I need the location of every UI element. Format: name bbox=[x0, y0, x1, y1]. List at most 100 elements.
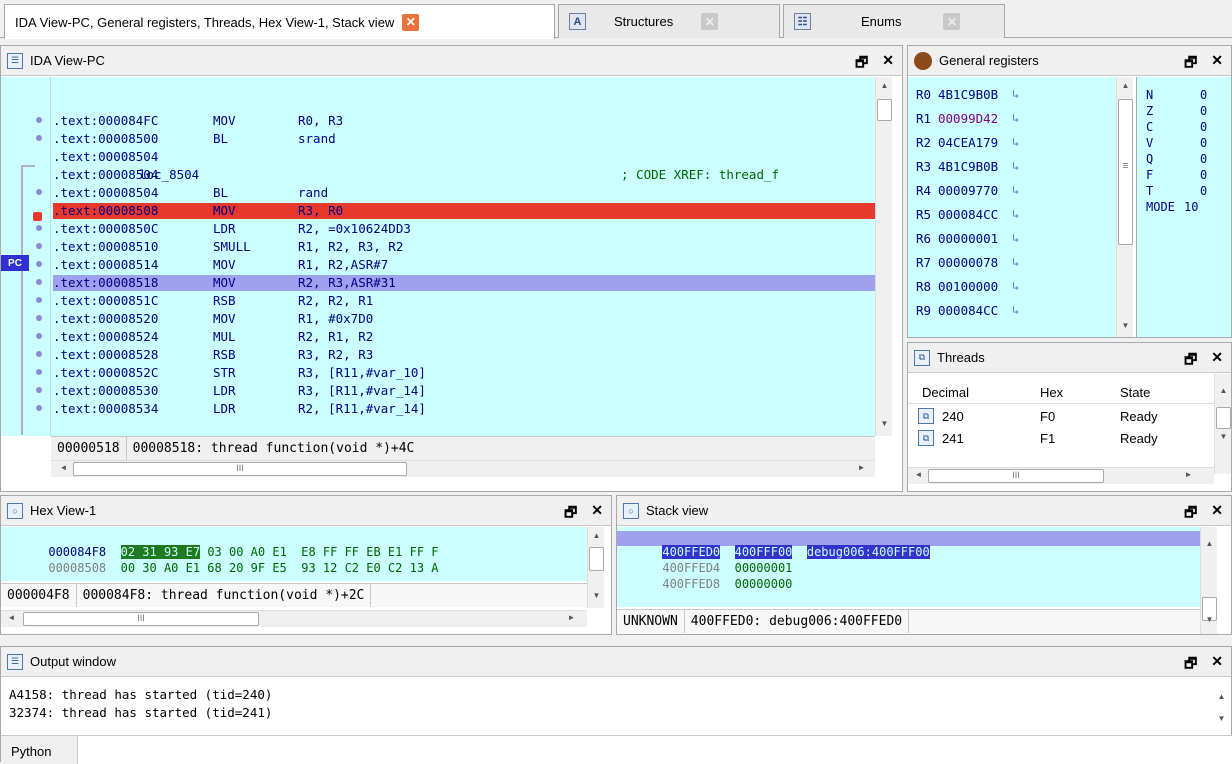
stack-listing[interactable]: 400FFED0 400FFF00 debug006:400FFF00 400F… bbox=[617, 527, 1200, 607]
disassembly-line[interactable]: .text:00008504 BL rand bbox=[53, 185, 875, 201]
float-icon[interactable]: 🗗 bbox=[564, 502, 577, 526]
tab-structures[interactable]: A Structures ✕ bbox=[558, 4, 780, 38]
line-marker-icon[interactable] bbox=[36, 333, 42, 339]
line-marker-icon[interactable] bbox=[36, 135, 42, 141]
jump-arrow-icon[interactable]: ↳ bbox=[1012, 303, 1019, 317]
breakpoint-icon[interactable] bbox=[33, 212, 42, 221]
disassembly-line[interactable]: .text:00008534 LDR R2, [R11,#var_14] bbox=[53, 401, 875, 417]
line-marker-icon[interactable] bbox=[36, 369, 42, 375]
scroll-thumb[interactable]: III bbox=[73, 462, 407, 476]
vertical-scrollbar[interactable]: ▲ ≡ ▼ bbox=[1116, 77, 1133, 337]
flag-row[interactable]: T0 bbox=[1146, 184, 1216, 198]
close-icon[interactable]: ✕ bbox=[1211, 52, 1223, 76]
scroll-down-icon[interactable]: ▼ bbox=[1117, 321, 1134, 330]
flag-row[interactable]: C0 bbox=[1146, 120, 1216, 134]
vertical-scrollbar[interactable]: ▲ ▼ bbox=[1214, 374, 1231, 474]
jump-arrow-icon[interactable]: ↳ bbox=[1012, 255, 1019, 269]
disassembly-line[interactable]: .text:00008510 SMULL R1, R2, R3, R2 bbox=[53, 239, 875, 255]
scroll-thumb[interactable]: III bbox=[928, 469, 1104, 483]
close-icon[interactable]: ✕ bbox=[591, 502, 603, 526]
jump-arrow-icon[interactable]: ↳ bbox=[1012, 159, 1019, 173]
float-icon[interactable]: 🗗 bbox=[1184, 502, 1197, 526]
horizontal-scrollbar[interactable]: ◄ III ► bbox=[51, 460, 875, 477]
register-value[interactable]: 00009770 bbox=[938, 183, 1012, 198]
flag-row[interactable]: V0 bbox=[1146, 136, 1216, 150]
scroll-right-icon[interactable]: ► bbox=[1180, 470, 1197, 479]
vertical-scrollbar[interactable]: ▲ ▼ bbox=[1213, 678, 1230, 734]
scroll-down-icon[interactable]: ▼ bbox=[1215, 432, 1232, 441]
column-header[interactable]: State bbox=[1120, 385, 1150, 400]
scroll-left-icon[interactable]: ◄ bbox=[3, 613, 20, 622]
flag-row[interactable]: MODE 10 bbox=[1146, 200, 1216, 214]
scroll-right-icon[interactable]: ► bbox=[563, 613, 580, 622]
table-row[interactable]: ⧉ 241 F1 Ready bbox=[908, 428, 1214, 450]
register-value[interactable]: 04CEA179 bbox=[938, 135, 1012, 150]
register-row[interactable]: R2 04CEA179 ↳ bbox=[916, 131, 1019, 153]
register-list[interactable]: R0 4B1C9B0B ↳ R1 00099D42 ↳ R2 04CEA179 ↳ R3 4B1C9… bbox=[908, 77, 1116, 337]
float-icon[interactable]: 🗗 bbox=[1184, 349, 1197, 373]
jump-arrow-icon[interactable]: ↳ bbox=[1012, 207, 1019, 221]
flag-row[interactable]: Z0 bbox=[1146, 104, 1216, 118]
scroll-down-icon[interactable]: ▼ bbox=[876, 419, 893, 428]
scroll-thumb[interactable] bbox=[589, 547, 604, 571]
line-marker-icon[interactable] bbox=[36, 351, 42, 357]
scroll-thumb[interactable] bbox=[877, 99, 892, 121]
vertical-scrollbar[interactable]: ▲ ▼ bbox=[1200, 527, 1217, 634]
disassembly-line[interactable]: .text:00008524 MUL R2, R1, R2 bbox=[53, 329, 875, 345]
column-header[interactable]: Decimal bbox=[922, 385, 969, 400]
scroll-up-icon[interactable]: ▲ bbox=[1117, 81, 1134, 90]
disassembly-line[interactable]: .text:00008504 loc_8504; CODE XREF: threa… bbox=[53, 167, 875, 183]
disassembly-line[interactable]: .text:0000852C STR R3, [R11,#var_10] bbox=[53, 365, 875, 381]
scroll-left-icon[interactable]: ◄ bbox=[55, 463, 72, 472]
line-marker-icon[interactable] bbox=[36, 405, 42, 411]
python-label[interactable]: Python bbox=[11, 744, 51, 759]
disassembly-line[interactable]: .text:000084FC MOV R0, R3 bbox=[53, 113, 875, 129]
register-row[interactable]: R3 4B1C9B0B ↳ bbox=[916, 155, 1019, 177]
line-marker-icon[interactable] bbox=[36, 261, 42, 267]
close-icon[interactable]: ✕ bbox=[943, 13, 961, 30]
disassembly-line[interactable]: .text:00008530 LDR R3, [R11,#var_14] bbox=[53, 383, 875, 399]
jump-arrow-icon[interactable]: ↳ bbox=[1012, 87, 1019, 101]
close-icon[interactable]: ✕ bbox=[1211, 653, 1223, 677]
register-row[interactable]: R7 00000078 ↳ bbox=[916, 251, 1019, 273]
output-log[interactable]: A4158: thread has started (tid=240) 3237… bbox=[1, 678, 1213, 734]
tab-enums[interactable]: ☷ Enums ✕ bbox=[783, 4, 1005, 38]
disassembly-line[interactable]: .text:0000851C RSB R2, R2, R1 bbox=[53, 293, 875, 309]
register-row[interactable]: R6 00000001 ↳ bbox=[916, 227, 1019, 249]
register-row[interactable]: R4 00009770 ↳ bbox=[916, 179, 1019, 201]
register-value[interactable]: 4B1C9B0B bbox=[938, 159, 1012, 174]
scroll-down-icon[interactable]: ▼ bbox=[588, 591, 605, 600]
register-value[interactable]: 00099D42 bbox=[938, 111, 1012, 126]
line-marker-icon[interactable] bbox=[36, 225, 42, 231]
command-input[interactable] bbox=[77, 736, 1232, 764]
disassembly-line[interactable]: .text:00008500 BL srand bbox=[53, 131, 875, 147]
register-value[interactable]: 00000001 bbox=[938, 231, 1012, 246]
table-row[interactable]: ⧉ 240 F0 Ready bbox=[908, 406, 1214, 428]
jump-arrow-icon[interactable]: ↳ bbox=[1012, 231, 1019, 245]
disassembly-line[interactable]: .text:00008514 MOV R1, R2,ASR#7 bbox=[53, 257, 875, 273]
line-marker-icon[interactable] bbox=[36, 315, 42, 321]
scroll-up-icon[interactable]: ▲ bbox=[876, 81, 893, 90]
scroll-right-icon[interactable]: ► bbox=[853, 463, 870, 472]
line-marker-icon[interactable] bbox=[36, 387, 42, 393]
line-marker-icon[interactable] bbox=[36, 279, 42, 285]
close-icon[interactable]: ✕ bbox=[1211, 502, 1223, 526]
horizontal-scrollbar[interactable]: ◄ III ► bbox=[908, 467, 1214, 484]
horizontal-scrollbar[interactable]: ◄ III ► bbox=[1, 610, 587, 627]
register-row[interactable]: R8 00100000 ↳ bbox=[916, 275, 1019, 297]
jump-arrow-icon[interactable]: ↳ bbox=[1012, 183, 1019, 197]
threads-table[interactable]: Decimal Hex State ⧉ 240 F0 Ready ⧉ 241 F… bbox=[908, 374, 1214, 474]
close-icon[interactable]: ✕ bbox=[1211, 349, 1223, 373]
scroll-thumb[interactable]: III bbox=[23, 612, 259, 626]
register-value[interactable]: 000084CC bbox=[938, 207, 1012, 222]
jump-arrow-icon[interactable]: ↳ bbox=[1012, 279, 1019, 293]
vertical-scrollbar[interactable]: ▲ ▼ bbox=[875, 77, 892, 436]
line-marker-icon[interactable] bbox=[36, 297, 42, 303]
hex-dump[interactable]: 000084F8 02 31 93 E7 03 00 A0 E1 E8 FF F… bbox=[1, 527, 587, 581]
register-row[interactable]: R5 000084CC ↳ bbox=[916, 203, 1019, 225]
jump-arrow-icon[interactable]: ↳ bbox=[1012, 111, 1019, 125]
scroll-left-icon[interactable]: ◄ bbox=[910, 470, 927, 479]
disassembly-line[interactable]: .text:00008520 MOV R1, #0x7D0 bbox=[53, 311, 875, 327]
scroll-down-icon[interactable]: ▼ bbox=[1201, 615, 1218, 624]
line-marker-icon[interactable] bbox=[36, 243, 42, 249]
